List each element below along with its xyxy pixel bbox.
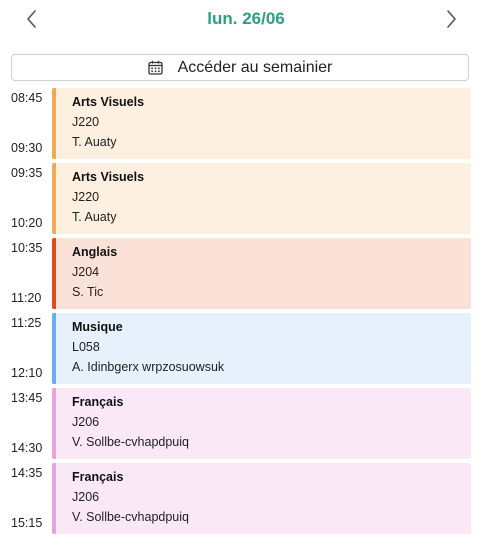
subject-color-bar bbox=[52, 88, 56, 159]
lesson-subject: Musique bbox=[72, 320, 123, 334]
chevron-right-icon bbox=[447, 10, 456, 28]
lesson-room: J206 bbox=[72, 490, 100, 504]
end-time: 12:10 bbox=[11, 366, 43, 380]
start-time: 14:35 bbox=[11, 466, 43, 480]
lesson-teacher: T. Auaty bbox=[72, 135, 117, 149]
start-time: 09:35 bbox=[11, 166, 43, 180]
next-day-button[interactable] bbox=[439, 8, 463, 30]
lesson-row: 11:25 12:10 Musique L058 A. Idinbgerx wr… bbox=[0, 313, 492, 384]
end-time: 11:20 bbox=[11, 291, 42, 305]
end-time: 14:30 bbox=[11, 441, 43, 455]
lesson-subject: Arts Visuels bbox=[72, 95, 145, 109]
subject-color-bar bbox=[52, 313, 56, 384]
lesson-teacher: A. Idinbgerx wrpzosuowsuk bbox=[72, 360, 225, 374]
start-time: 10:35 bbox=[11, 241, 43, 255]
lesson-teacher: V. Sollbe-cvhapdpuiq bbox=[72, 435, 189, 449]
lesson-subject: Anglais bbox=[72, 245, 118, 259]
lesson-card[interactable]: Français J206 V. Sollbe-cvhapdpuiq bbox=[52, 463, 471, 534]
day-header: lun. 26/06 bbox=[0, 0, 492, 38]
lesson-card[interactable]: Arts Visuels J220 T. Auaty bbox=[52, 88, 471, 159]
lesson-row: 14:35 15:15 Français J206 V. Sollbe-cvha… bbox=[0, 463, 492, 534]
subject-color-bar bbox=[52, 163, 56, 234]
lesson-row: 08:45 09:30 Arts Visuels J220 T. Auaty bbox=[0, 88, 492, 159]
lesson-teacher: T. Auaty bbox=[72, 210, 117, 224]
lesson-card[interactable]: Arts Visuels J220 T. Auaty bbox=[52, 163, 471, 234]
end-time: 09:30 bbox=[11, 141, 43, 155]
lesson-teacher: V. Sollbe-cvhapdpuiq bbox=[72, 510, 189, 524]
lesson-subject: Français bbox=[72, 395, 124, 409]
weekly-view-button[interactable]: Accéder au semainier bbox=[11, 54, 469, 81]
lesson-card[interactable]: Anglais J204 S. Tic bbox=[52, 238, 471, 309]
start-time: 08:45 bbox=[11, 91, 43, 105]
start-time: 11:25 bbox=[11, 316, 42, 330]
end-time: 15:15 bbox=[11, 516, 43, 530]
lesson-teacher: S. Tic bbox=[72, 285, 104, 299]
weekly-view-label: Accéder au semainier bbox=[177, 58, 333, 76]
lesson-room: L058 bbox=[72, 340, 100, 354]
subject-color-bar bbox=[52, 463, 56, 534]
lesson-card[interactable]: Français J206 V. Sollbe-cvhapdpuiq bbox=[52, 388, 471, 459]
lesson-row: 09:35 10:20 Arts Visuels J220 T. Auaty bbox=[0, 163, 492, 234]
current-date[interactable]: lun. 26/06 bbox=[0, 9, 492, 29]
lesson-row: 13:45 14:30 Français J206 V. Sollbe-cvha… bbox=[0, 388, 492, 459]
lesson-room: J220 bbox=[72, 190, 100, 204]
lesson-subject: Français bbox=[72, 470, 124, 484]
subject-color-bar bbox=[52, 388, 56, 459]
lesson-card[interactable]: Musique L058 A. Idinbgerx wrpzosuowsuk bbox=[52, 313, 471, 384]
subject-color-bar bbox=[52, 238, 56, 309]
lesson-row: 10:35 11:20 Anglais J204 S. Tic bbox=[0, 238, 492, 309]
end-time: 10:20 bbox=[11, 216, 43, 230]
lesson-room: J220 bbox=[72, 115, 100, 129]
calendar-icon bbox=[147, 60, 163, 75]
start-time: 13:45 bbox=[11, 391, 43, 405]
lesson-subject: Arts Visuels bbox=[72, 170, 145, 184]
lesson-room: J206 bbox=[72, 415, 100, 429]
lesson-room: J204 bbox=[72, 265, 100, 279]
